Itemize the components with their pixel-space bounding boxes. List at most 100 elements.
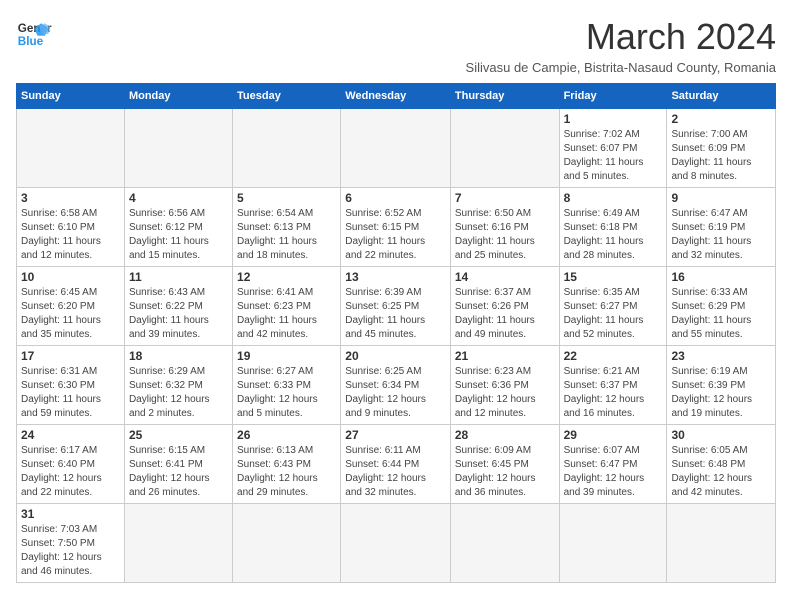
calendar-week-3: 17 Sunrise: 6:31 AM Sunset: 6:30 PM Dayli… bbox=[17, 346, 776, 425]
day-number: 17 bbox=[21, 349, 120, 363]
calendar-cell: 9Sunrise: 6:47 AM Sunset: 6:19 PM Daylig… bbox=[667, 188, 776, 267]
day-info: Sunrise: 6:50 AM Sunset: 6:16 PM Dayligh… bbox=[455, 207, 555, 263]
day-info: Sunrise: 6:21 AM Sunset: 6:37 PM Dayligh… bbox=[564, 365, 663, 421]
calendar-cell: 26 Sunrise: 6:13 AM Sunset: 6:43 PM Dayli… bbox=[233, 425, 341, 504]
day-number: 15 bbox=[564, 270, 663, 284]
calendar-cell: 2 Sunrise: 7:00 AM Sunset: 6:09 PM Daylig… bbox=[667, 109, 776, 188]
calendar-cell: 22Sunrise: 6:21 AM Sunset: 6:37 PM Dayli… bbox=[559, 346, 667, 425]
day-number: 24 bbox=[21, 428, 120, 442]
month-title: March 2024 bbox=[466, 16, 776, 58]
day-number: 23 bbox=[671, 349, 771, 363]
day-number: 20 bbox=[345, 349, 446, 363]
calendar-cell: 23 Sunrise: 6:19 AM Sunset: 6:39 PM Dayli… bbox=[667, 346, 776, 425]
day-info: Sunrise: 6:31 AM Sunset: 6:30 PM Dayligh… bbox=[21, 365, 120, 421]
calendar-cell: 31Sunrise: 7:03 AM Sunset: 7:50 PM Dayli… bbox=[17, 504, 125, 583]
logo: General Blue bbox=[16, 16, 52, 52]
calendar-cell: 8 Sunrise: 6:49 AM Sunset: 6:18 PM Daylig… bbox=[559, 188, 667, 267]
calendar-cell: 15 Sunrise: 6:35 AM Sunset: 6:27 PM Dayli… bbox=[559, 267, 667, 346]
day-info: Sunrise: 6:45 AM Sunset: 6:20 PM Dayligh… bbox=[21, 286, 120, 342]
day-number: 5 bbox=[237, 191, 336, 205]
calendar-cell: 18 Sunrise: 6:29 AM Sunset: 6:32 PM Dayli… bbox=[124, 346, 232, 425]
day-number: 16 bbox=[671, 270, 771, 284]
day-number: 11 bbox=[129, 270, 228, 284]
day-number: 30 bbox=[671, 428, 771, 442]
calendar-col-friday: Friday bbox=[559, 84, 667, 109]
calendar-col-tuesday: Tuesday bbox=[233, 84, 341, 109]
calendar-cell: 17 Sunrise: 6:31 AM Sunset: 6:30 PM Dayli… bbox=[17, 346, 125, 425]
calendar-cell bbox=[124, 109, 232, 188]
day-info: Sunrise: 6:13 AM Sunset: 6:43 PM Dayligh… bbox=[237, 444, 336, 500]
day-info: Sunrise: 6:41 AM Sunset: 6:23 PM Dayligh… bbox=[237, 286, 336, 342]
calendar-cell: 7 Sunrise: 6:50 AM Sunset: 6:16 PM Daylig… bbox=[450, 188, 559, 267]
calendar-week-4: 24 Sunrise: 6:17 AM Sunset: 6:40 PM Dayli… bbox=[17, 425, 776, 504]
day-info: Sunrise: 6:29 AM Sunset: 6:32 PM Dayligh… bbox=[129, 365, 228, 421]
calendar-cell: 19Sunrise: 6:27 AM Sunset: 6:33 PM Dayli… bbox=[233, 346, 341, 425]
calendar-cell: 24 Sunrise: 6:17 AM Sunset: 6:40 PM Dayli… bbox=[17, 425, 125, 504]
calendar-col-thursday: Thursday bbox=[450, 84, 559, 109]
calendar-col-wednesday: Wednesday bbox=[341, 84, 451, 109]
calendar-cell bbox=[124, 504, 232, 583]
day-number: 14 bbox=[455, 270, 555, 284]
day-info: Sunrise: 6:49 AM Sunset: 6:18 PM Dayligh… bbox=[564, 207, 663, 263]
day-number: 18 bbox=[129, 349, 228, 363]
calendar-cell: 14 Sunrise: 6:37 AM Sunset: 6:26 PM Dayli… bbox=[450, 267, 559, 346]
calendar-cell: 4Sunrise: 6:56 AM Sunset: 6:12 PM Daylig… bbox=[124, 188, 232, 267]
day-info: Sunrise: 6:39 AM Sunset: 6:25 PM Dayligh… bbox=[345, 286, 446, 342]
calendar-cell: 25Sunrise: 6:15 AM Sunset: 6:41 PM Dayli… bbox=[124, 425, 232, 504]
day-info: Sunrise: 6:19 AM Sunset: 6:39 PM Dayligh… bbox=[671, 365, 771, 421]
day-info: Sunrise: 6:15 AM Sunset: 6:41 PM Dayligh… bbox=[129, 444, 228, 500]
calendar-cell bbox=[559, 504, 667, 583]
calendar-cell: 21Sunrise: 6:23 AM Sunset: 6:36 PM Dayli… bbox=[450, 346, 559, 425]
day-info: Sunrise: 6:58 AM Sunset: 6:10 PM Dayligh… bbox=[21, 207, 120, 263]
day-info: Sunrise: 6:52 AM Sunset: 6:15 PM Dayligh… bbox=[345, 207, 446, 263]
day-number: 7 bbox=[455, 191, 555, 205]
day-number: 1 bbox=[564, 112, 663, 126]
day-number: 4 bbox=[129, 191, 228, 205]
calendar-cell: 13 Sunrise: 6:39 AM Sunset: 6:25 PM Dayli… bbox=[341, 267, 451, 346]
calendar-cell bbox=[450, 504, 559, 583]
subtitle: Silivasu de Campie, Bistrita-Nasaud Coun… bbox=[466, 60, 776, 75]
calendar-cell: 1 Sunrise: 7:02 AM Sunset: 6:07 PM Daylig… bbox=[559, 109, 667, 188]
calendar-cell bbox=[667, 504, 776, 583]
calendar-week-0: 1 Sunrise: 7:02 AM Sunset: 6:07 PM Daylig… bbox=[17, 109, 776, 188]
day-info: Sunrise: 6:33 AM Sunset: 6:29 PM Dayligh… bbox=[671, 286, 771, 342]
calendar-col-sunday: Sunday bbox=[17, 84, 125, 109]
calendar-cell bbox=[233, 504, 341, 583]
calendar-cell: 20 Sunrise: 6:25 AM Sunset: 6:34 PM Dayli… bbox=[341, 346, 451, 425]
calendar-cell bbox=[341, 109, 451, 188]
day-number: 12 bbox=[237, 270, 336, 284]
day-info: Sunrise: 6:35 AM Sunset: 6:27 PM Dayligh… bbox=[564, 286, 663, 342]
day-info: Sunrise: 6:07 AM Sunset: 6:47 PM Dayligh… bbox=[564, 444, 663, 500]
day-info: Sunrise: 6:25 AM Sunset: 6:34 PM Dayligh… bbox=[345, 365, 446, 421]
calendar-cell: 3Sunrise: 6:58 AM Sunset: 6:10 PM Daylig… bbox=[17, 188, 125, 267]
calendar-cell: 10Sunrise: 6:45 AM Sunset: 6:20 PM Dayli… bbox=[17, 267, 125, 346]
calendar-cell bbox=[341, 504, 451, 583]
calendar-cell: 11 Sunrise: 6:43 AM Sunset: 6:22 PM Dayli… bbox=[124, 267, 232, 346]
day-number: 29 bbox=[564, 428, 663, 442]
calendar-col-monday: Monday bbox=[124, 84, 232, 109]
day-info: Sunrise: 6:43 AM Sunset: 6:22 PM Dayligh… bbox=[129, 286, 228, 342]
calendar-cell: 27Sunrise: 6:11 AM Sunset: 6:44 PM Dayli… bbox=[341, 425, 451, 504]
calendar-cell: 29 Sunrise: 6:07 AM Sunset: 6:47 PM Dayli… bbox=[559, 425, 667, 504]
day-info: Sunrise: 6:37 AM Sunset: 6:26 PM Dayligh… bbox=[455, 286, 555, 342]
calendar-cell: 16 Sunrise: 6:33 AM Sunset: 6:29 PM Dayli… bbox=[667, 267, 776, 346]
calendar-header-row: SundayMondayTuesdayWednesdayThursdayFrid… bbox=[17, 84, 776, 109]
svg-text:Blue: Blue bbox=[18, 35, 44, 48]
day-info: Sunrise: 6:27 AM Sunset: 6:33 PM Dayligh… bbox=[237, 365, 336, 421]
calendar-week-2: 10Sunrise: 6:45 AM Sunset: 6:20 PM Dayli… bbox=[17, 267, 776, 346]
day-number: 6 bbox=[345, 191, 446, 205]
day-number: 8 bbox=[564, 191, 663, 205]
calendar-table: SundayMondayTuesdayWednesdayThursdayFrid… bbox=[16, 83, 776, 583]
day-number: 26 bbox=[237, 428, 336, 442]
calendar-body: 1 Sunrise: 7:02 AM Sunset: 6:07 PM Daylig… bbox=[17, 109, 776, 583]
calendar-cell bbox=[233, 109, 341, 188]
day-number: 13 bbox=[345, 270, 446, 284]
day-info: Sunrise: 7:00 AM Sunset: 6:09 PM Dayligh… bbox=[671, 128, 771, 184]
calendar-week-5: 31Sunrise: 7:03 AM Sunset: 7:50 PM Dayli… bbox=[17, 504, 776, 583]
page-header: General Blue March 2024 Silivasu de Camp… bbox=[16, 16, 776, 75]
day-info: Sunrise: 7:02 AM Sunset: 6:07 PM Dayligh… bbox=[564, 128, 663, 184]
day-number: 2 bbox=[671, 112, 771, 126]
day-info: Sunrise: 6:17 AM Sunset: 6:40 PM Dayligh… bbox=[21, 444, 120, 500]
logo-icon: General Blue bbox=[16, 16, 52, 52]
calendar-cell: 30Sunrise: 6:05 AM Sunset: 6:48 PM Dayli… bbox=[667, 425, 776, 504]
